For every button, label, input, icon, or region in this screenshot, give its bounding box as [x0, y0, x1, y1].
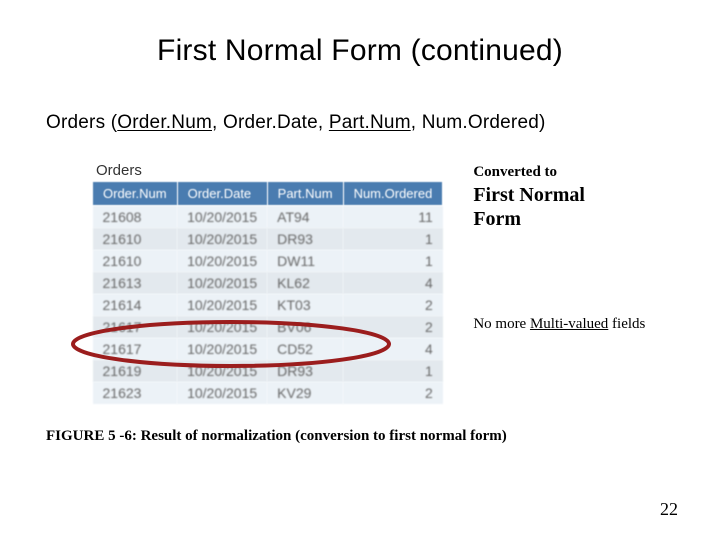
table-cell: KV29 [267, 382, 343, 404]
table-header-cell: Order.Num [93, 182, 178, 206]
table-header-row: Order.NumOrder.DatePart.NumNum.Ordered [93, 182, 443, 206]
table-row: 2161310/20/2015KL624 [93, 272, 443, 294]
table-cell: 10/20/2015 [177, 228, 267, 250]
table-cell: DR93 [267, 228, 343, 250]
page-number: 22 [660, 499, 678, 520]
figure-caption: FIGURE 5 -6: Result of normalization (co… [46, 428, 674, 445]
table-cell: 1 [343, 250, 443, 272]
table-row: 2161010/20/2015DR931 [93, 228, 443, 250]
relation-attr: Order.Num [117, 112, 212, 133]
table-cell: 10/20/2015 [177, 360, 267, 382]
table-cell: BV06 [267, 316, 343, 338]
converted-label: Converted to [473, 164, 653, 181]
table-cell: 10/20/2015 [177, 294, 267, 316]
table-row: 2161410/20/2015KT032 [93, 294, 443, 316]
table-cell: 10/20/2015 [177, 316, 267, 338]
table-row: 2161710/20/2015CD524 [93, 338, 443, 360]
relation-attr: Num.Ordered [422, 112, 539, 133]
table-cell: 21623 [93, 382, 178, 404]
table-cell: KT03 [267, 294, 343, 316]
converted-target-line1: First Normal [473, 183, 653, 207]
converted-target-line2: Form [473, 207, 653, 231]
table-cell: 1 [343, 360, 443, 382]
table-cell: 11 [343, 206, 443, 229]
table-cell: 4 [343, 338, 443, 360]
table-cell: 10/20/2015 [177, 206, 267, 229]
table-header-cell: Num.Ordered [343, 182, 443, 206]
table-cell: 21613 [93, 272, 178, 294]
table-cell: 2 [343, 382, 443, 404]
table-cell: 10/20/2015 [177, 338, 267, 360]
table-cell: 10/20/2015 [177, 382, 267, 404]
table-cell: 21617 [93, 338, 178, 360]
side-notes: Converted to First Normal Form No more M… [473, 158, 653, 333]
table-row: 2162310/20/2015KV292 [93, 382, 443, 404]
table-cell: 21617 [93, 316, 178, 338]
table-container: Orders Order.NumOrder.DatePart.NumNum.Or… [46, 158, 443, 404]
table-cell: 21614 [93, 294, 178, 316]
table-cell: 10/20/2015 [177, 272, 267, 294]
table-title: Orders [92, 158, 443, 181]
table-row: 2160810/20/2015AT9411 [93, 206, 443, 229]
table-cell: DR93 [267, 360, 343, 382]
orders-table: Order.NumOrder.DatePart.NumNum.Ordered 2… [92, 181, 443, 404]
slide-title: First Normal Form (continued) [46, 34, 674, 68]
relation-attr: Order.Date [223, 112, 318, 133]
table-cell: CD52 [267, 338, 343, 360]
table-cell: 1 [343, 228, 443, 250]
no-more-multivalued-note: No more Multi-valued fields [473, 316, 653, 333]
note-link: Multi-valued [530, 316, 608, 332]
table-cell: 2 [343, 316, 443, 338]
table-cell: 21610 [93, 228, 178, 250]
table-cell: KL62 [267, 272, 343, 294]
table-row: 2161010/20/2015DW111 [93, 250, 443, 272]
note-suffix: fields [608, 316, 645, 332]
table-cell: 21610 [93, 250, 178, 272]
table-cell: 4 [343, 272, 443, 294]
table-cell: 2 [343, 294, 443, 316]
table-cell: DW11 [267, 250, 343, 272]
relation-attr: Part.Num [329, 112, 411, 133]
table-row: 2161710/20/2015BV062 [93, 316, 443, 338]
table-header-cell: Part.Num [267, 182, 343, 206]
note-prefix: No more [473, 316, 530, 332]
table-cell: AT94 [267, 206, 343, 229]
relation-schema: Orders (Order.Num, Order.Date, Part.Num,… [46, 112, 674, 134]
table-cell: 21619 [93, 360, 178, 382]
table-row: 2161910/20/2015DR931 [93, 360, 443, 382]
table-cell: 10/20/2015 [177, 250, 267, 272]
table-cell: 21608 [93, 206, 178, 229]
table-header-cell: Order.Date [177, 182, 267, 206]
